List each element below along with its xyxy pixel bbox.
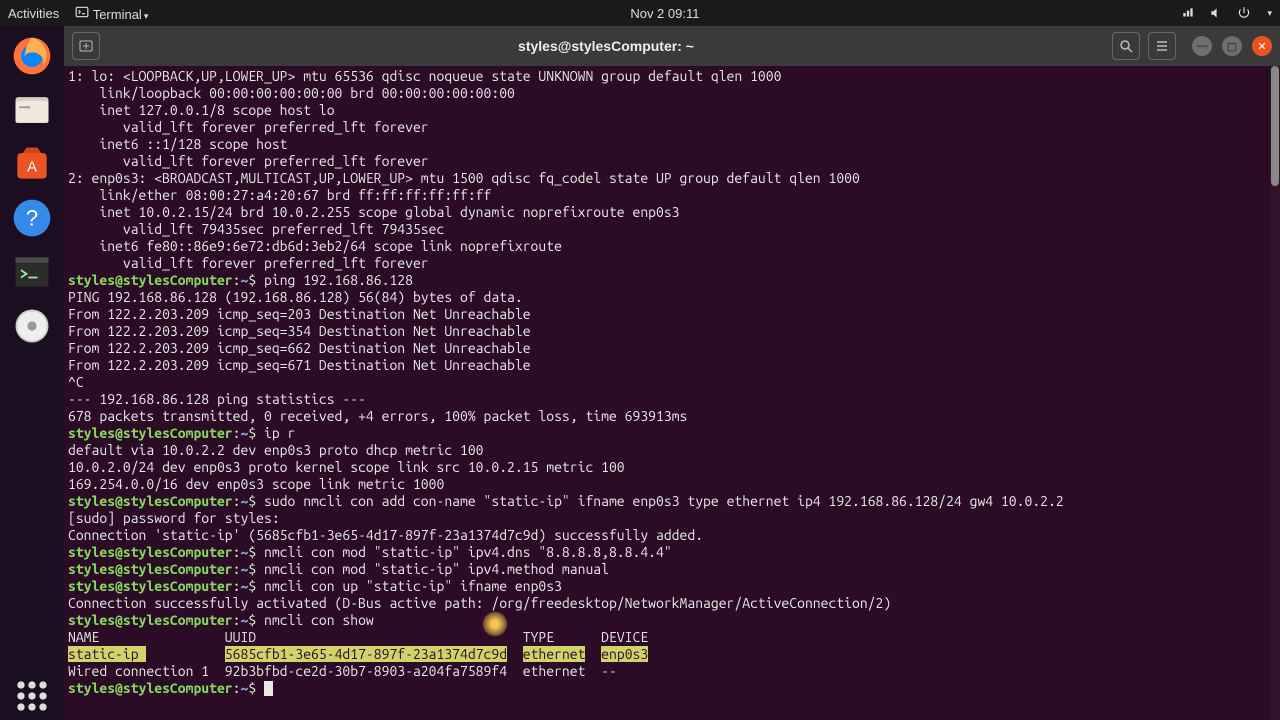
cursor bbox=[264, 681, 273, 696]
output-line: 1: lo: <LOOPBACK,UP,LOWER_UP> mtu 65536 … bbox=[68, 68, 1276, 85]
output-line: 678 packets transmitted, 0 received, +4 … bbox=[68, 408, 1276, 425]
dock-software[interactable]: A bbox=[8, 140, 56, 188]
table-row: static-ip 5685cfb1-3e65-4d17-897f-23a137… bbox=[68, 646, 1276, 663]
output-line: valid_lft forever preferred_lft forever bbox=[68, 255, 1276, 272]
dock-terminal[interactable] bbox=[8, 248, 56, 296]
scrollbar[interactable] bbox=[1270, 66, 1280, 720]
output-line: --- 192.168.86.128 ping statistics --- bbox=[68, 391, 1276, 408]
output-line: inet 127.0.0.1/8 scope host lo bbox=[68, 102, 1276, 119]
output-line: link/ether 08:00:27:a4:20:67 brd ff:ff:f… bbox=[68, 187, 1276, 204]
maximize-button[interactable]: ▢ bbox=[1222, 36, 1242, 56]
title-bar: styles@stylesComputer: ~ — ▢ ✕ bbox=[64, 26, 1280, 66]
dock-apps-grid[interactable] bbox=[8, 672, 56, 720]
minimize-button[interactable]: — bbox=[1192, 36, 1212, 56]
output-line: valid_lft 79435sec preferred_lft 79435se… bbox=[68, 221, 1276, 238]
activities-button[interactable]: Activities bbox=[8, 6, 59, 21]
output-line: From 122.2.203.209 icmp_seq=671 Destinat… bbox=[68, 357, 1276, 374]
output-line: valid_lft forever preferred_lft forever bbox=[68, 119, 1276, 136]
close-button[interactable]: ✕ bbox=[1252, 36, 1272, 56]
dock-files[interactable] bbox=[8, 86, 56, 134]
prompt-line: styles@stylesComputer:~$ nmcli con up "s… bbox=[68, 578, 1276, 595]
output-line: [sudo] password for styles: bbox=[68, 510, 1276, 527]
prompt-line: styles@stylesComputer:~$ nmcli con mod "… bbox=[68, 561, 1276, 578]
output-line: 2: enp0s3: <BROADCAST,MULTICAST,UP,LOWER… bbox=[68, 170, 1276, 187]
prompt-line: styles@stylesComputer:~$ ping 192.168.86… bbox=[68, 272, 1276, 289]
dock-disk[interactable] bbox=[8, 302, 56, 350]
table-header: NAME UUID TYPE DEVICE bbox=[68, 629, 1276, 646]
prompt-line: styles@stylesComputer:~$ nmcli con mod "… bbox=[68, 544, 1276, 561]
gnome-topbar: Activities Terminal▾ Nov 2 09:11 ▾ bbox=[0, 0, 1280, 26]
network-icon[interactable] bbox=[1181, 6, 1195, 20]
terminal-body[interactable]: 1: lo: <LOOPBACK,UP,LOWER_UP> mtu 65536 … bbox=[64, 66, 1280, 720]
output-line: Connection 'static-ip' (5685cfb1-3e65-4d… bbox=[68, 527, 1276, 544]
svg-text:?: ? bbox=[26, 205, 38, 230]
output-line: inet6 ::1/128 scope host bbox=[68, 136, 1276, 153]
output-line: From 122.2.203.209 icmp_seq=354 Destinat… bbox=[68, 323, 1276, 340]
clock[interactable]: Nov 2 09:11 bbox=[148, 6, 1181, 21]
output-line: Connection successfully activated (D-Bus… bbox=[68, 595, 1276, 612]
prompt-line: styles@stylesComputer:~$ bbox=[68, 680, 1276, 697]
output-line: default via 10.0.2.2 dev enp0s3 proto dh… bbox=[68, 442, 1276, 459]
prompt-line: styles@stylesComputer:~$ sudo nmcli con … bbox=[68, 493, 1276, 510]
menu-button[interactable] bbox=[1148, 32, 1176, 60]
output-line: ^C bbox=[68, 374, 1276, 391]
dock-help[interactable]: ? bbox=[8, 194, 56, 242]
prompt-line: styles@stylesComputer:~$ nmcli con show bbox=[68, 612, 1276, 629]
scrollbar-thumb[interactable] bbox=[1271, 66, 1279, 186]
terminal-icon bbox=[75, 5, 89, 19]
output-line: inet 10.0.2.15/24 brd 10.0.2.255 scope g… bbox=[68, 204, 1276, 221]
svg-text:A: A bbox=[27, 159, 37, 175]
new-tab-button[interactable] bbox=[72, 32, 100, 60]
chevron-down-icon[interactable]: ▾ bbox=[1267, 8, 1272, 19]
terminal-app-menu[interactable]: Terminal▾ bbox=[75, 5, 148, 22]
dock: A ? bbox=[0, 26, 64, 720]
output-line: PING 192.168.86.128 (192.168.86.128) 56(… bbox=[68, 289, 1276, 306]
output-line: From 122.2.203.209 icmp_seq=662 Destinat… bbox=[68, 340, 1276, 357]
window-title: styles@stylesComputer: ~ bbox=[108, 38, 1104, 54]
prompt-line: styles@stylesComputer:~$ ip r bbox=[68, 425, 1276, 442]
terminal-window: styles@stylesComputer: ~ — ▢ ✕ 1: lo: <L… bbox=[64, 26, 1280, 720]
app-menu-label: Terminal bbox=[93, 7, 142, 22]
output-line: inet6 fe80::86e9:6e72:db6d:3eb2/64 scope… bbox=[68, 238, 1276, 255]
output-line: valid_lft forever preferred_lft forever bbox=[68, 153, 1276, 170]
power-icon[interactable] bbox=[1237, 6, 1251, 20]
output-line: 169.254.0.0/16 dev enp0s3 scope link met… bbox=[68, 476, 1276, 493]
dock-firefox[interactable] bbox=[8, 32, 56, 80]
output-line: link/loopback 00:00:00:00:00:00 brd 00:0… bbox=[68, 85, 1276, 102]
output-line: From 122.2.203.209 icmp_seq=203 Destinat… bbox=[68, 306, 1276, 323]
search-button[interactable] bbox=[1112, 32, 1140, 60]
table-row: Wired connection 1 92b3bfbd-ce2d-30b7-89… bbox=[68, 663, 1276, 680]
volume-icon[interactable] bbox=[1209, 6, 1223, 20]
output-line: 10.0.2.0/24 dev enp0s3 proto kernel scop… bbox=[68, 459, 1276, 476]
